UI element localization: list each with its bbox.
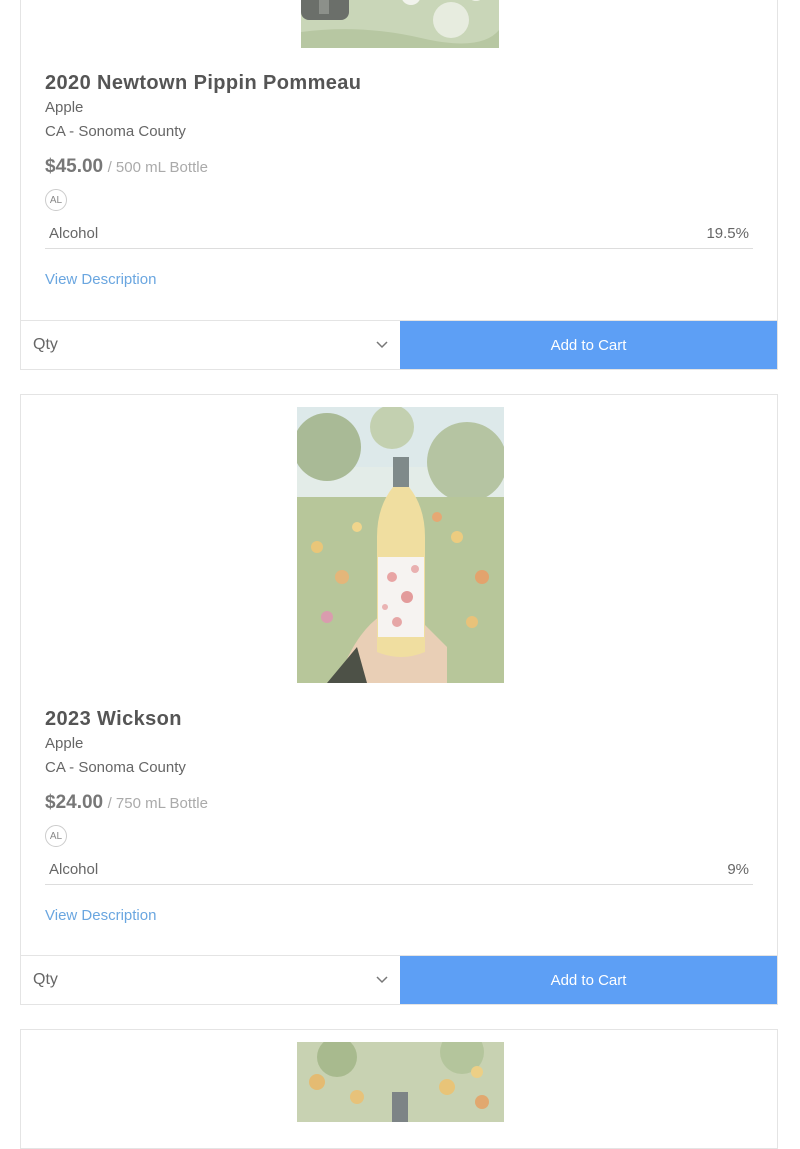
chevron-down-icon [376,341,388,349]
price-row: $45.00 / 500 mL Bottle [45,154,753,181]
qty-select[interactable]: Qty [21,321,400,369]
product-unit: / 500 mL Bottle [107,159,208,176]
product-card [20,1029,778,1149]
product-name[interactable]: 2020 Newtown Pippin Pommeau [45,70,753,96]
product-unit: / 750 mL Bottle [107,795,208,812]
spec-value: 9% [727,861,749,878]
purchase-actions: Qty Add to Cart [21,320,777,369]
product-card: 2023 Wickson Apple CA - Sonoma County $2… [20,394,778,1005]
product-info: 2023 Wickson Apple CA - Sonoma County $2… [45,706,753,924]
qty-select[interactable]: Qty [21,956,400,1004]
product-region: CA - Sonoma County [45,123,186,140]
product-image[interactable] [297,1042,504,1122]
product-image[interactable] [297,407,504,683]
product-price: $24.00 [45,792,104,813]
purchase-actions: Qty Add to Cart [21,955,777,1004]
alcohol-badge-icon: AL [45,189,67,211]
spec-label: Alcohol [49,861,99,878]
qty-select-value: Qty [33,336,58,353]
view-description-link[interactable]: View Description [45,271,753,288]
price-row: $24.00 / 750 mL Bottle [45,790,753,817]
chevron-down-icon [376,976,388,984]
product-info: 2020 Newtown Pippin Pommeau Apple CA - S… [45,70,753,288]
spec-value: 19.5% [706,225,749,242]
spec-row-alcohol: Alcohol 9% [45,861,753,885]
spec-row-alcohol: Alcohol 19.5% [45,225,753,249]
product-varietal: Apple [45,99,84,116]
view-description-link[interactable]: View Description [45,907,753,924]
product-varietal: Apple [45,735,84,752]
product-price: $45.00 [45,156,104,177]
add-to-cart-button[interactable]: Add to Cart [400,321,777,369]
product-name[interactable]: 2023 Wickson [45,706,753,732]
product-card: 2020 Newtown Pippin Pommeau Apple CA - S… [20,0,778,370]
qty-select-value: Qty [33,971,58,988]
add-to-cart-button[interactable]: Add to Cart [400,956,777,1004]
alcohol-badge-icon: AL [45,825,67,847]
product-region: CA - Sonoma County [45,759,186,776]
product-image[interactable] [301,0,499,48]
spec-label: Alcohol [49,225,99,242]
